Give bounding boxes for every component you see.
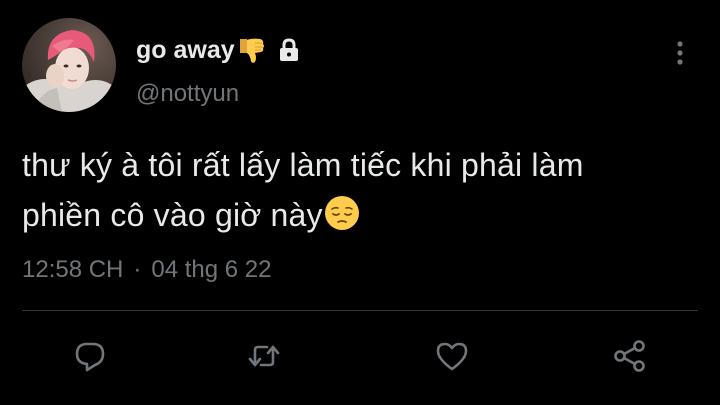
more-options-icon[interactable] bbox=[668, 38, 692, 68]
tweet-text-line-2-content: phiền cô vào giờ này bbox=[22, 197, 323, 233]
lock-icon bbox=[278, 38, 300, 62]
user-handle[interactable]: @nottyun bbox=[136, 80, 239, 108]
display-name[interactable]: go away bbox=[136, 36, 235, 65]
like-button[interactable] bbox=[434, 338, 470, 374]
avatar[interactable] bbox=[22, 18, 116, 112]
reply-button[interactable] bbox=[72, 338, 108, 374]
action-bar bbox=[0, 332, 720, 380]
tweet-date: 04 thg 6 22 bbox=[151, 256, 272, 283]
retweet-icon bbox=[246, 338, 282, 374]
share-icon bbox=[612, 338, 648, 374]
heart-icon bbox=[434, 338, 470, 374]
retweet-button[interactable] bbox=[246, 338, 282, 374]
tweet-time: 12:58 CH bbox=[22, 256, 124, 283]
tweet-timestamp[interactable]: 12:58 CH · 04 thg 6 22 bbox=[22, 256, 272, 284]
tweet-text-line-2: phiền cô vào giờ này bbox=[22, 190, 702, 240]
pensive-face-emoji-icon bbox=[323, 194, 361, 232]
tweet-text: thư ký à tôi rất lấy làm tiếc khi phải l… bbox=[22, 140, 702, 240]
thumbs-down-emoji-icon bbox=[236, 35, 266, 65]
tweet-text-line-1: thư ký à tôi rất lấy làm tiếc khi phải l… bbox=[22, 147, 584, 183]
share-button[interactable] bbox=[612, 338, 648, 374]
tweet-card: go away @nottyun thư ký à tôi rất lấy là bbox=[0, 0, 720, 405]
user-name-row: go away bbox=[136, 33, 300, 67]
divider bbox=[22, 310, 698, 311]
reply-icon bbox=[72, 338, 108, 374]
meta-separator: · bbox=[133, 256, 142, 283]
